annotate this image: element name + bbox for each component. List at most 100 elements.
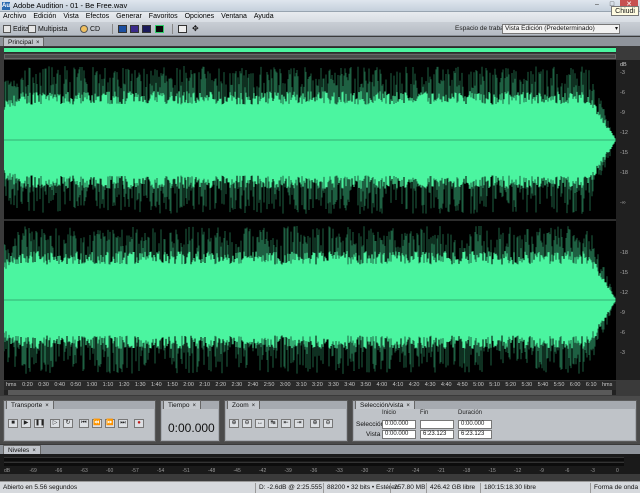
toolbar: Editar Multipista CD ✥ Espacio de trabaj… <box>0 22 640 36</box>
status-separator <box>390 483 391 493</box>
level-tick-label: -60 <box>106 468 114 474</box>
time-ruler[interactable]: hms 0:20 0:30 0:40 0:50 1:00 1:10 1:20 1:30 1:40 1… <box>4 381 616 390</box>
col-duration-header: Duración <box>458 410 483 416</box>
tab-principal-label: Principal <box>8 39 33 46</box>
menu-generar[interactable]: Generar <box>116 12 142 22</box>
waveform-edit-icon <box>3 25 11 33</box>
status-view-mode: Forma de onda <box>594 484 639 491</box>
pause-button[interactable]: ❚❚ <box>34 419 45 428</box>
db-tick-label: -6 <box>620 90 625 96</box>
db-tick-label: -18 <box>620 250 628 256</box>
selection-end-field[interactable] <box>420 420 454 429</box>
status-separator <box>426 483 427 493</box>
spectral-pan-icon[interactable] <box>130 25 139 33</box>
tab-zoom-label: Zoom <box>232 402 249 409</box>
main-panel-tabbar: Principal × <box>0 37 640 46</box>
title-bar: Au Adobe Audition - 01 - Be Free.wav – □… <box>0 0 640 12</box>
time-ruler-label: 5:00 <box>473 382 484 388</box>
tab-transporte[interactable]: Transporte × <box>6 400 54 409</box>
level-tick-label: -6 <box>565 468 570 474</box>
zoom-out-vertical-icon[interactable]: ⊖ <box>323 419 333 428</box>
chevron-down-icon: ▾ <box>614 26 618 32</box>
level-tick-label: -3 <box>590 468 595 474</box>
db-tick-label: -9 <box>620 110 625 116</box>
go-to-end-button[interactable]: ⏭ <box>118 419 128 428</box>
time-display: 0:00.000 <box>168 421 215 435</box>
spectral-phase-icon[interactable] <box>142 25 151 33</box>
selection-duration-field[interactable]: 0:00.000 <box>458 420 492 429</box>
db-tick-label: -15 <box>620 270 628 276</box>
record-button[interactable]: ● <box>134 419 144 428</box>
cd-view-button[interactable]: CD <box>80 24 100 34</box>
menu-edicion[interactable]: Edición <box>33 12 56 22</box>
tab-tiempo[interactable]: Tiempo × <box>163 400 201 409</box>
workspace-select[interactable]: Vista Edición (Predeterminado) ▾ <box>502 24 620 34</box>
menu-favoritos[interactable]: Favoritos <box>149 12 178 22</box>
close-icon[interactable]: × <box>36 40 40 46</box>
tab-seleccion-vista[interactable]: Selección/vista × <box>355 400 415 409</box>
waveform-svg <box>4 66 616 374</box>
zoom-out-horizontal-icon[interactable]: ⊖ <box>242 419 252 428</box>
time-ruler-label: hms <box>6 382 17 388</box>
transport-body: ■ ▶ ❚❚ ▷ ↻ ⏮ ⏪ ⏩ ⏭ ● <box>5 409 154 440</box>
move-tool-icon[interactable]: ✥ <box>192 25 201 33</box>
view-start-field[interactable]: 0:00.000 <box>382 430 416 439</box>
row-selection-label: Selección <box>356 421 385 428</box>
menu-opciones[interactable]: Opciones <box>185 12 215 22</box>
loop-button[interactable]: ↻ <box>63 419 73 428</box>
level-tick-label: -18 <box>463 468 471 474</box>
zoom-scrollbar[interactable] <box>4 54 616 59</box>
selection-start-field[interactable]: 0:00.000 <box>382 420 416 429</box>
menu-efectos[interactable]: Efectos <box>86 12 109 22</box>
time-ruler-label: 3:40 <box>344 382 355 388</box>
zoom-left-edge-icon[interactable]: ⇤ <box>281 419 291 428</box>
zoom-selection-icon[interactable]: ↹ <box>268 419 278 428</box>
stop-button[interactable]: ■ <box>8 419 18 428</box>
play-to-end-button[interactable]: ▷ <box>50 419 60 428</box>
tab-niveles[interactable]: Niveles × <box>3 445 41 454</box>
db-ruler-header: dB <box>620 62 627 68</box>
horizontal-scrollbar-thumb[interactable] <box>8 390 612 395</box>
db-tick-label: -15 <box>620 150 628 156</box>
tab-zoom[interactable]: Zoom × <box>227 400 261 409</box>
view-duration-field[interactable]: 6:23.123 <box>458 430 492 439</box>
menu-ventana[interactable]: Ventana <box>221 12 247 22</box>
go-to-start-button[interactable]: ⏮ <box>79 419 89 428</box>
zoom-in-horizontal-icon[interactable]: ⊕ <box>229 419 239 428</box>
level-tick-label: -42 <box>259 468 267 474</box>
level-tick-label: -24 <box>412 468 420 474</box>
zoom-out-full-icon[interactable]: ↔ <box>255 419 265 428</box>
zoom-scrollbar-thumb[interactable] <box>4 54 616 59</box>
level-tick-label: -27 <box>386 468 394 474</box>
time-ruler-label: 4:10 <box>392 382 404 388</box>
menu-archivo[interactable]: Archivo <box>3 12 26 22</box>
spectral-view-icon[interactable] <box>118 25 127 33</box>
time-ruler-label: 2:00 <box>183 382 194 388</box>
zoom-right-edge-icon[interactable]: ⇥ <box>294 419 304 428</box>
play-button[interactable]: ▶ <box>21 419 31 428</box>
status-separator <box>480 483 481 493</box>
minimize-icon[interactable]: – <box>590 0 604 10</box>
tab-principal[interactable]: Principal × <box>3 37 45 46</box>
rewind-button[interactable]: ⏪ <box>92 419 102 428</box>
time-ruler-label: 1:30 <box>134 382 146 388</box>
menu-vista[interactable]: Vista <box>63 12 78 22</box>
time-selection-tool-icon[interactable] <box>178 25 187 33</box>
db-ruler: dB -3 -6 -9 -12 -15 -18 -∞ -18 -15 -12 -9 -6 -3 <box>616 60 640 380</box>
transport-panel: Transporte × ■ ▶ ❚❚ ▷ ↻ ⏮ ⏪ ⏩ ⏭ ● <box>3 400 156 442</box>
horizontal-scrollbar[interactable] <box>4 390 616 395</box>
cd-label: CD <box>90 25 101 33</box>
menu-ayuda[interactable]: Ayuda <box>254 12 274 22</box>
overview-strip[interactable] <box>4 47 616 53</box>
zoom-in-vertical-icon[interactable]: ⊕ <box>310 419 320 428</box>
level-tick-label: -51 <box>182 468 190 474</box>
multitrack-label: Multipista <box>38 25 68 33</box>
view-end-field[interactable]: 6:23.123 <box>420 430 454 439</box>
level-tick-label: -21 <box>437 468 445 474</box>
waveform-display[interactable] <box>4 60 616 380</box>
multitrack-view-button[interactable]: Multipista <box>28 24 68 34</box>
waveform-view-icon[interactable] <box>155 25 164 33</box>
tab-tiempo-label: Tiempo <box>168 402 190 409</box>
row-view-label: Vista <box>366 431 381 438</box>
fast-forward-button[interactable]: ⏩ <box>105 419 115 428</box>
